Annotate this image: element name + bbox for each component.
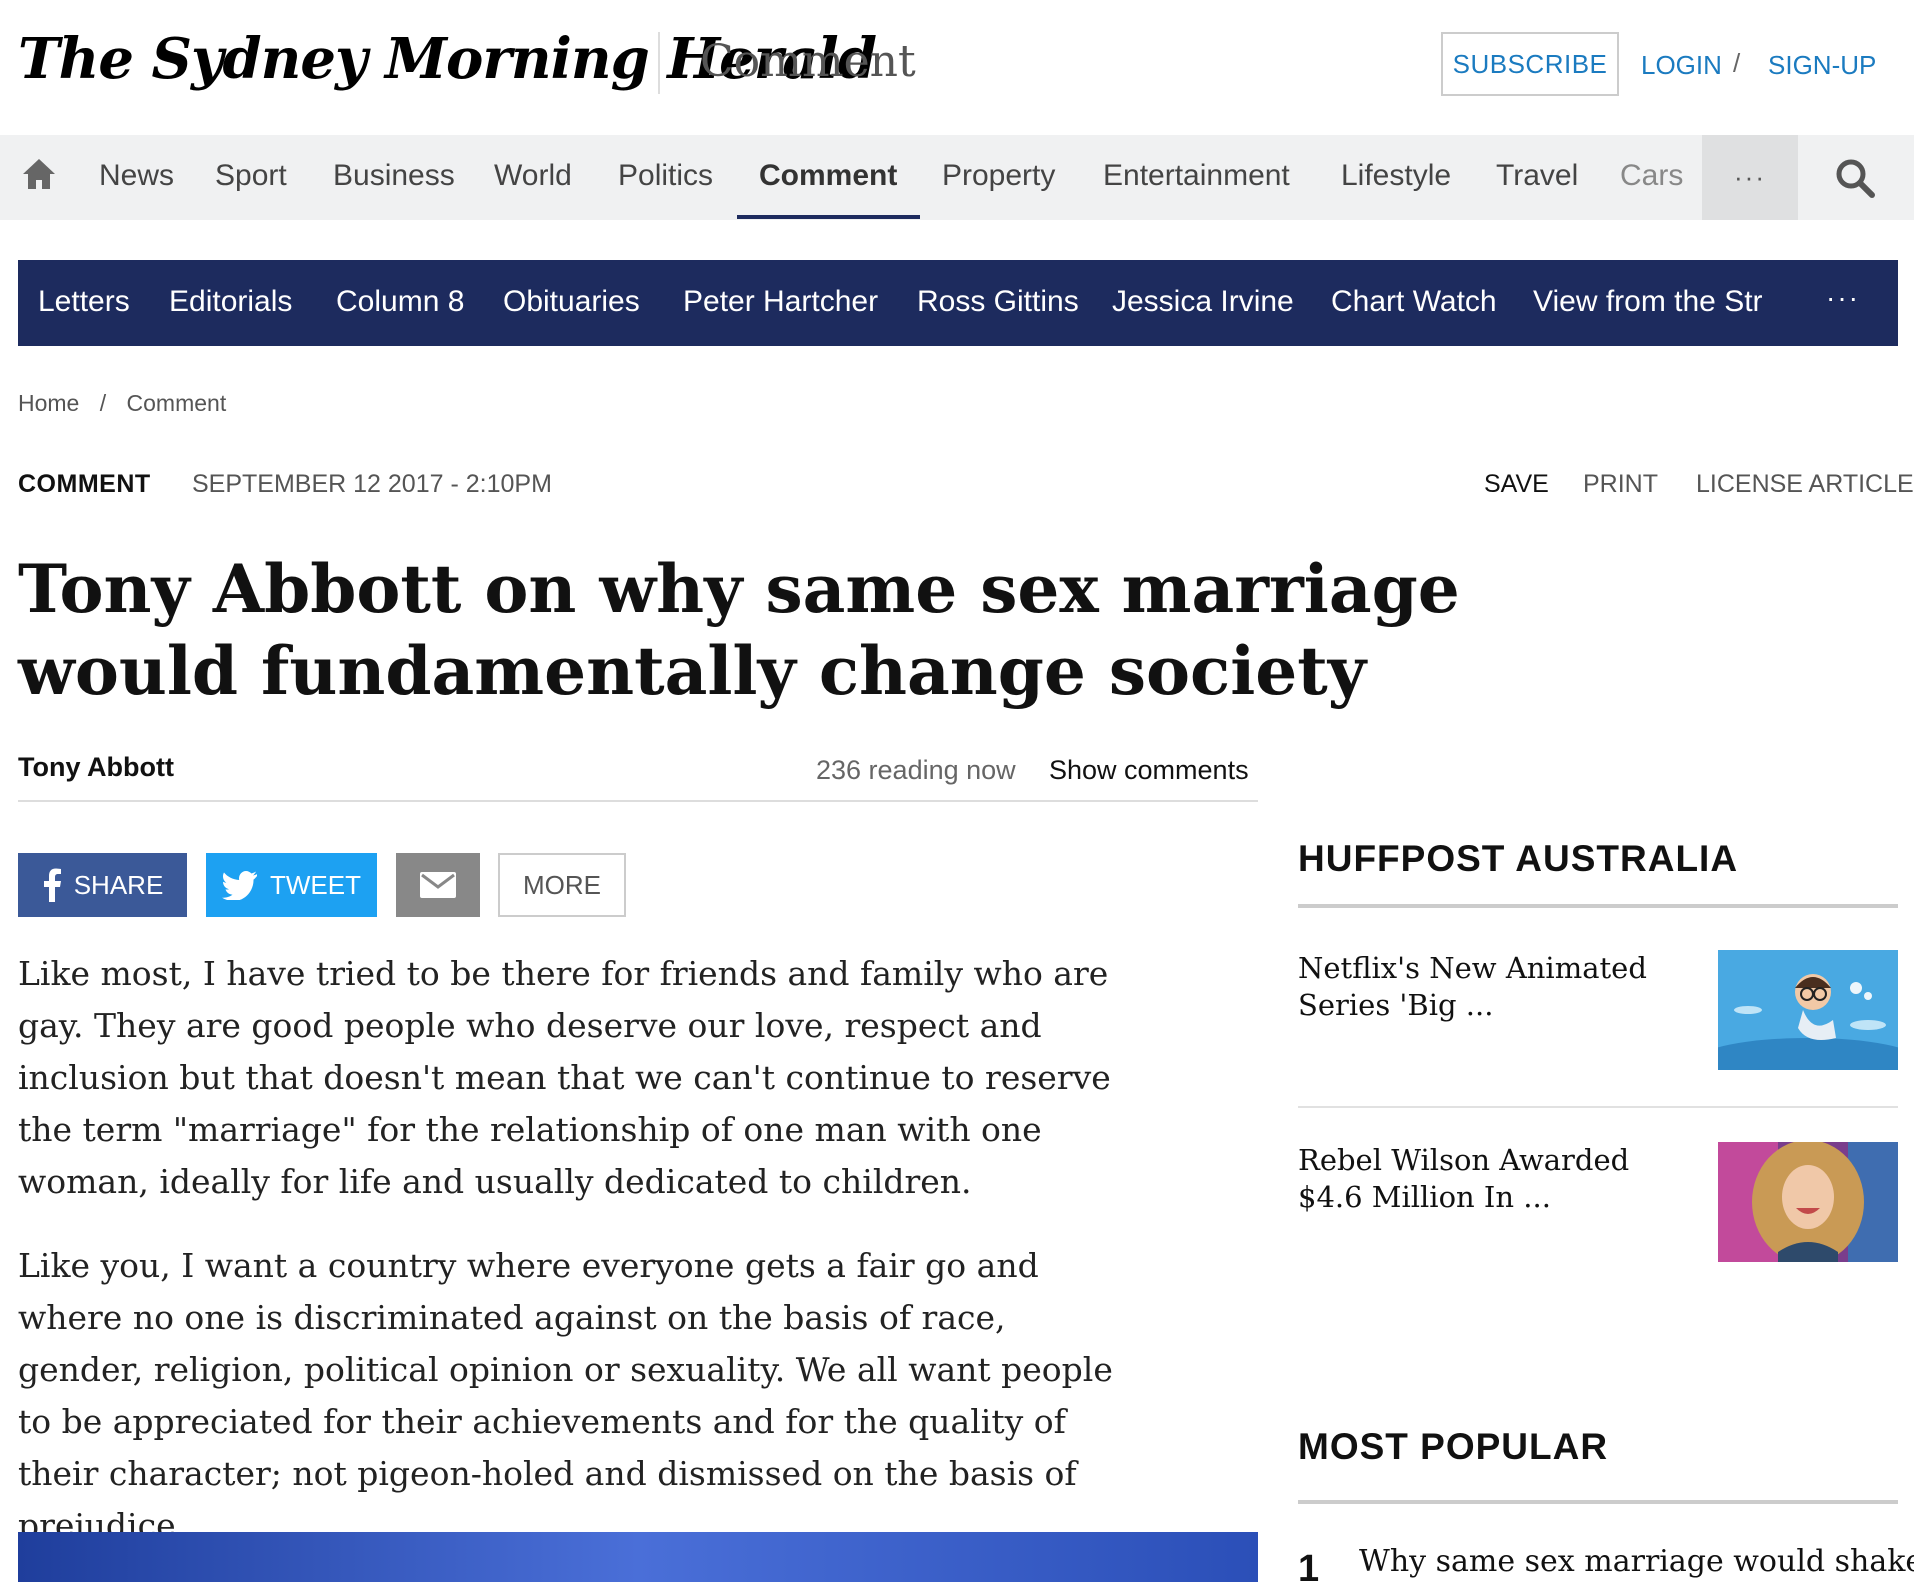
more-share-button[interactable]: MORE <box>498 853 626 917</box>
subnav-item-editorials[interactable]: Editorials <box>169 285 292 319</box>
search-icon[interactable] <box>1834 157 1876 199</box>
nav-item-politics[interactable]: Politics <box>618 159 713 193</box>
celebrity-photo-image <box>1718 1142 1898 1262</box>
breadcrumb: Home / Comment <box>18 390 240 417</box>
subnav-more-button[interactable]: ··· <box>1826 282 1860 314</box>
nav-item-world[interactable]: World <box>494 159 572 193</box>
author-byline[interactable]: Tony Abbott <box>18 752 174 783</box>
breadcrumb-current[interactable]: Comment <box>127 390 227 416</box>
most-popular-rule <box>1298 1500 1898 1504</box>
most-popular-heading: MOST POPULAR <box>1298 1426 1609 1467</box>
auth-separator: / <box>1733 48 1741 78</box>
login-link[interactable]: LOGIN <box>1641 50 1722 81</box>
article-image <box>18 1532 1258 1582</box>
nav-item-cars[interactable]: Cars <box>1620 159 1683 193</box>
subnav-item-view-from-the-street[interactable]: View from the Str <box>1533 285 1795 319</box>
twitter-icon <box>222 871 257 900</box>
subnav-item-letters[interactable]: Letters <box>38 285 130 319</box>
subnav-item-obituaries[interactable]: Obituaries <box>503 285 640 319</box>
home-icon[interactable] <box>20 155 58 193</box>
email-share-button[interactable] <box>396 853 480 917</box>
promo-title[interactable]: Rebel Wilson Awarded $4.6 Million In ... <box>1298 1142 1698 1216</box>
active-nav-indicator <box>737 215 920 219</box>
article-kicker[interactable]: COMMENT <box>18 470 151 499</box>
nav-item-business[interactable]: Business <box>333 159 455 193</box>
primary-nav: News Sport Business World Politics Comme… <box>0 135 1914 220</box>
save-button[interactable]: SAVE <box>1484 470 1549 499</box>
nav-more-button[interactable]: ··· <box>1702 135 1798 220</box>
promo-thumbnail[interactable] <box>1718 950 1898 1070</box>
huffpost-heading[interactable]: HUFFPOST AUSTRALIA <box>1298 838 1738 880</box>
subnav-item-chart-watch[interactable]: Chart Watch <box>1331 285 1497 319</box>
show-comments-link[interactable]: Show comments <box>1049 755 1249 786</box>
subnav-item-column-8[interactable]: Column 8 <box>336 285 464 319</box>
print-button[interactable]: PRINT <box>1583 470 1658 499</box>
twitter-share-label: TWEET <box>270 869 361 900</box>
article-date: SEPTEMBER 12 2017 - 2:10PM <box>192 470 552 498</box>
subnav-item-ross-gittins[interactable]: Ross Gittins <box>917 285 1079 319</box>
animated-character-image <box>1718 950 1898 1070</box>
facebook-share-button[interactable]: SHARE <box>18 853 187 917</box>
article-paragraph: Like most, I have tried to be there for … <box>18 954 1111 1201</box>
huffpost-heading-rule <box>1298 904 1898 908</box>
nav-item-news[interactable]: News <box>99 159 174 193</box>
twitter-share-button[interactable]: TWEET <box>206 853 377 917</box>
popular-rank: 1 <box>1298 1548 1320 1582</box>
promo-title[interactable]: Netflix's New Animated Series 'Big ... <box>1298 950 1698 1024</box>
envelope-icon <box>420 872 456 898</box>
promo-divider <box>1298 1106 1898 1108</box>
nav-item-lifestyle[interactable]: Lifestyle <box>1341 159 1451 193</box>
byline-divider <box>18 800 1258 802</box>
signup-link[interactable]: SIGN-UP <box>1768 50 1876 81</box>
subnav-item-jessica-irvine[interactable]: Jessica Irvine <box>1112 285 1294 319</box>
popular-article-link[interactable]: Why same sex marriage would shake <box>1359 1544 1914 1579</box>
nav-item-property[interactable]: Property <box>942 159 1055 193</box>
nav-item-entertainment[interactable]: Entertainment <box>1103 159 1290 193</box>
subnav-item-peter-hartcher[interactable]: Peter Hartcher <box>683 285 878 319</box>
breadcrumb-home[interactable]: Home <box>18 390 79 416</box>
promo-thumbnail[interactable] <box>1718 1142 1898 1262</box>
secondary-nav: Letters Editorials Column 8 Obituaries P… <box>18 260 1898 346</box>
article-paragraph: Like you, I want a country where everyon… <box>18 1246 1113 1545</box>
facebook-share-label: SHARE <box>73 869 164 900</box>
section-title[interactable]: Comment <box>700 36 916 87</box>
nav-item-comment[interactable]: Comment <box>759 159 897 193</box>
license-article-button[interactable]: LICENSE ARTICLE <box>1696 470 1914 499</box>
facebook-icon <box>43 868 61 902</box>
masthead-divider <box>658 32 660 94</box>
nav-item-travel[interactable]: Travel <box>1496 159 1578 193</box>
masthead: The Sydney Morning Herald Comment SUBSCR… <box>0 0 1914 135</box>
article-headline: Tony Abbott on why same sex marriage wou… <box>18 550 1460 710</box>
breadcrumb-separator: / <box>99 390 107 416</box>
reading-now-count: 236 reading now <box>816 755 1016 785</box>
subscribe-button[interactable]: SUBSCRIBE <box>1441 32 1619 96</box>
nav-item-sport[interactable]: Sport <box>215 159 287 193</box>
